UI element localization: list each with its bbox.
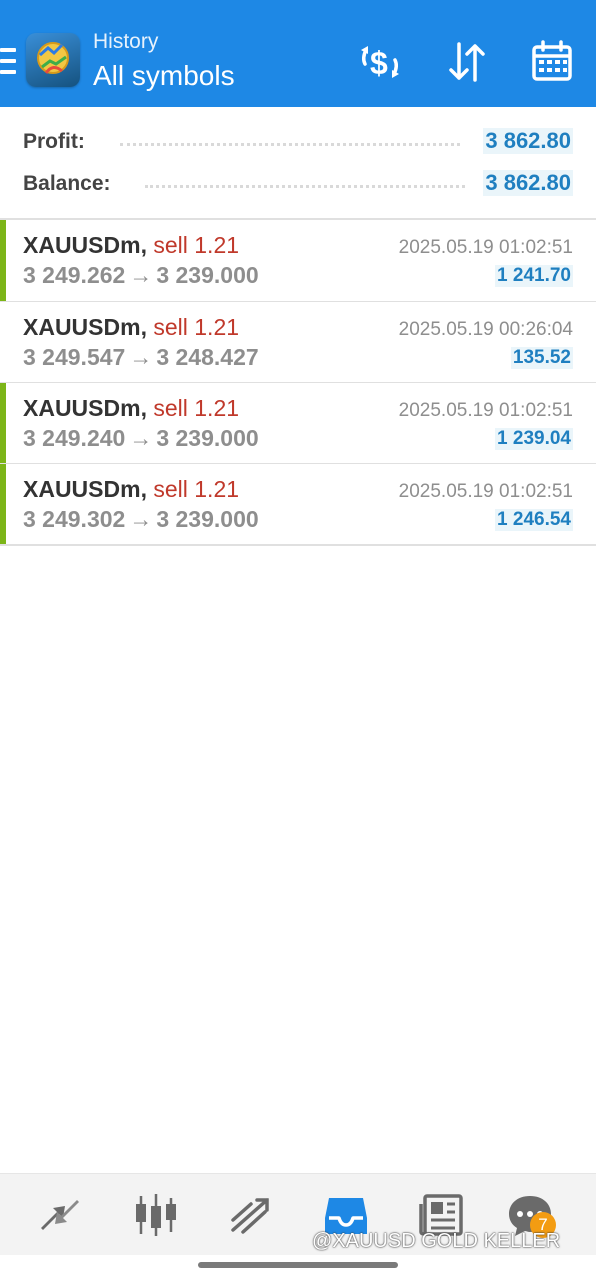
header-title[interactable]: All symbols — [93, 60, 235, 92]
trade-time: 2025.05.19 01:02:51 — [398, 400, 573, 421]
quotes-icon[interactable] — [35, 1190, 85, 1240]
trade-prices: 3 249.240 → 3 239.000 — [23, 425, 259, 451]
trade-time: 2025.05.19 01:02:51 — [398, 237, 573, 258]
trade-row[interactable]: XAUUSDm, sell 1.21 3 249.547 → 3 248.427 2… — [0, 302, 596, 383]
trade-row[interactable]: XAUUSDm, sell 1.21 3 249.302 → 3 239.000 2… — [0, 464, 596, 545]
trade-accent-bar — [0, 464, 6, 545]
trade-symbol: XAUUSDm, sell 1.21 — [23, 395, 240, 421]
app-header: History All symbols $ — [0, 0, 596, 107]
trade-side: sell 1.21 — [153, 232, 240, 258]
svg-text:$: $ — [370, 45, 388, 81]
trade-prices: 3 249.302 → 3 239.000 — [23, 506, 259, 532]
trade-time: 2025.05.19 01:02:51 — [398, 481, 573, 502]
profit-value: 3 862.80 — [483, 128, 573, 154]
trade-row[interactable]: XAUUSDm, sell 1.21 3 249.240 → 3 239.000 2… — [0, 383, 596, 464]
trade-icon[interactable] — [227, 1190, 277, 1240]
deposit-withdraw-icon[interactable]: $ — [356, 38, 404, 86]
trade-profit: 1 246.54 — [495, 509, 573, 531]
trade-profit: 1 239.04 — [495, 428, 573, 450]
trade-profit: 1 241.70 — [495, 265, 573, 287]
trade-prices: 3 249.262 → 3 239.000 — [23, 262, 259, 288]
calendar-icon[interactable] — [528, 38, 576, 86]
trade-prices: 3 249.547 → 3 248.427 — [23, 344, 259, 370]
menu-icon[interactable] — [0, 48, 16, 74]
balance-label: Balance: — [23, 172, 111, 195]
trade-symbol: XAUUSDm, sell 1.21 — [23, 232, 240, 258]
profit-row: Profit: 3 862.80 — [0, 122, 596, 162]
dotted-leader — [145, 185, 465, 188]
trade-accent-bar — [0, 220, 6, 301]
trade-side: sell 1.21 — [153, 395, 240, 421]
header-subtitle: History — [93, 30, 159, 53]
balance-row: Balance: 3 862.80 — [0, 164, 596, 204]
profit-label: Profit: — [23, 130, 85, 153]
balance-value: 3 862.80 — [483, 170, 573, 196]
dotted-leader — [120, 143, 460, 146]
trade-time: 2025.05.19 00:26:04 — [398, 319, 573, 340]
trade-profit: 135.52 — [510, 347, 573, 369]
sort-icon[interactable] — [443, 38, 491, 86]
trade-side: sell 1.21 — [153, 476, 240, 502]
trade-accent-bar — [0, 383, 6, 464]
chart-icon[interactable] — [131, 1190, 181, 1240]
watermark: @XAUUSD GOLD KELLER — [312, 1230, 561, 1252]
trade-side: sell 1.21 — [153, 314, 240, 340]
trade-symbol: XAUUSDm, sell 1.21 — [23, 476, 240, 502]
trade-symbol: XAUUSDm, sell 1.21 — [23, 314, 240, 340]
home-indicator[interactable] — [198, 1262, 398, 1268]
trade-row[interactable]: XAUUSDm, sell 1.21 3 249.262 → 3 239.000 2… — [0, 220, 596, 301]
divider — [0, 544, 596, 546]
app-logo-icon — [26, 33, 80, 87]
